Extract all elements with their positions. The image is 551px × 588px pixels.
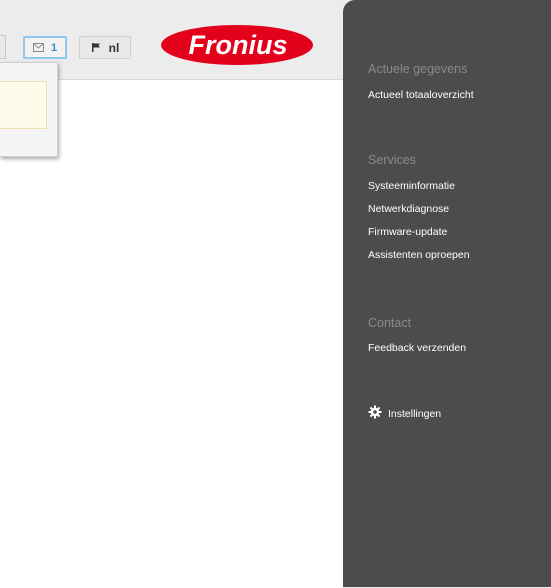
- sidebar-link-systeeminformatie[interactable]: Systeeminformatie: [368, 180, 455, 192]
- sidebar-link-feedback-verzenden[interactable]: Feedback verzenden: [368, 342, 466, 354]
- mail-icon: [32, 43, 44, 52]
- message-count: 1: [50, 41, 58, 54]
- toolbar-button-partial[interactable]: [0, 35, 6, 59]
- notification-popup: [0, 62, 58, 157]
- section-title-services: Services: [368, 153, 416, 167]
- sidebar-link-netwerkdiagnose[interactable]: Netwerkdiagnose: [368, 203, 449, 215]
- sidebar: Actuele gegevens Actueel totaaloverzicht…: [343, 0, 551, 587]
- messages-button[interactable]: 1: [23, 36, 67, 59]
- sidebar-link-assistenten-oproepen[interactable]: Assistenten oproepen: [368, 249, 470, 261]
- gear-icon: [368, 405, 382, 422]
- settings-link[interactable]: Instellingen: [368, 405, 441, 422]
- section-title-actuele-gegevens: Actuele gegevens: [368, 62, 468, 76]
- notification-item[interactable]: [0, 81, 47, 129]
- fronius-logo[interactable]: Fronius: [160, 24, 314, 66]
- logo-text: Fronius: [189, 30, 288, 60]
- settings-label: Instellingen: [388, 407, 442, 420]
- sidebar-link-firmware-update[interactable]: Firmware-update: [368, 226, 447, 238]
- sidebar-link-actueel-totaaloverzicht[interactable]: Actueel totaaloverzicht: [368, 89, 474, 101]
- language-button[interactable]: nl: [79, 36, 131, 59]
- flag-icon: [91, 41, 101, 55]
- language-label: nl: [108, 40, 120, 55]
- section-title-contact: Contact: [368, 316, 412, 330]
